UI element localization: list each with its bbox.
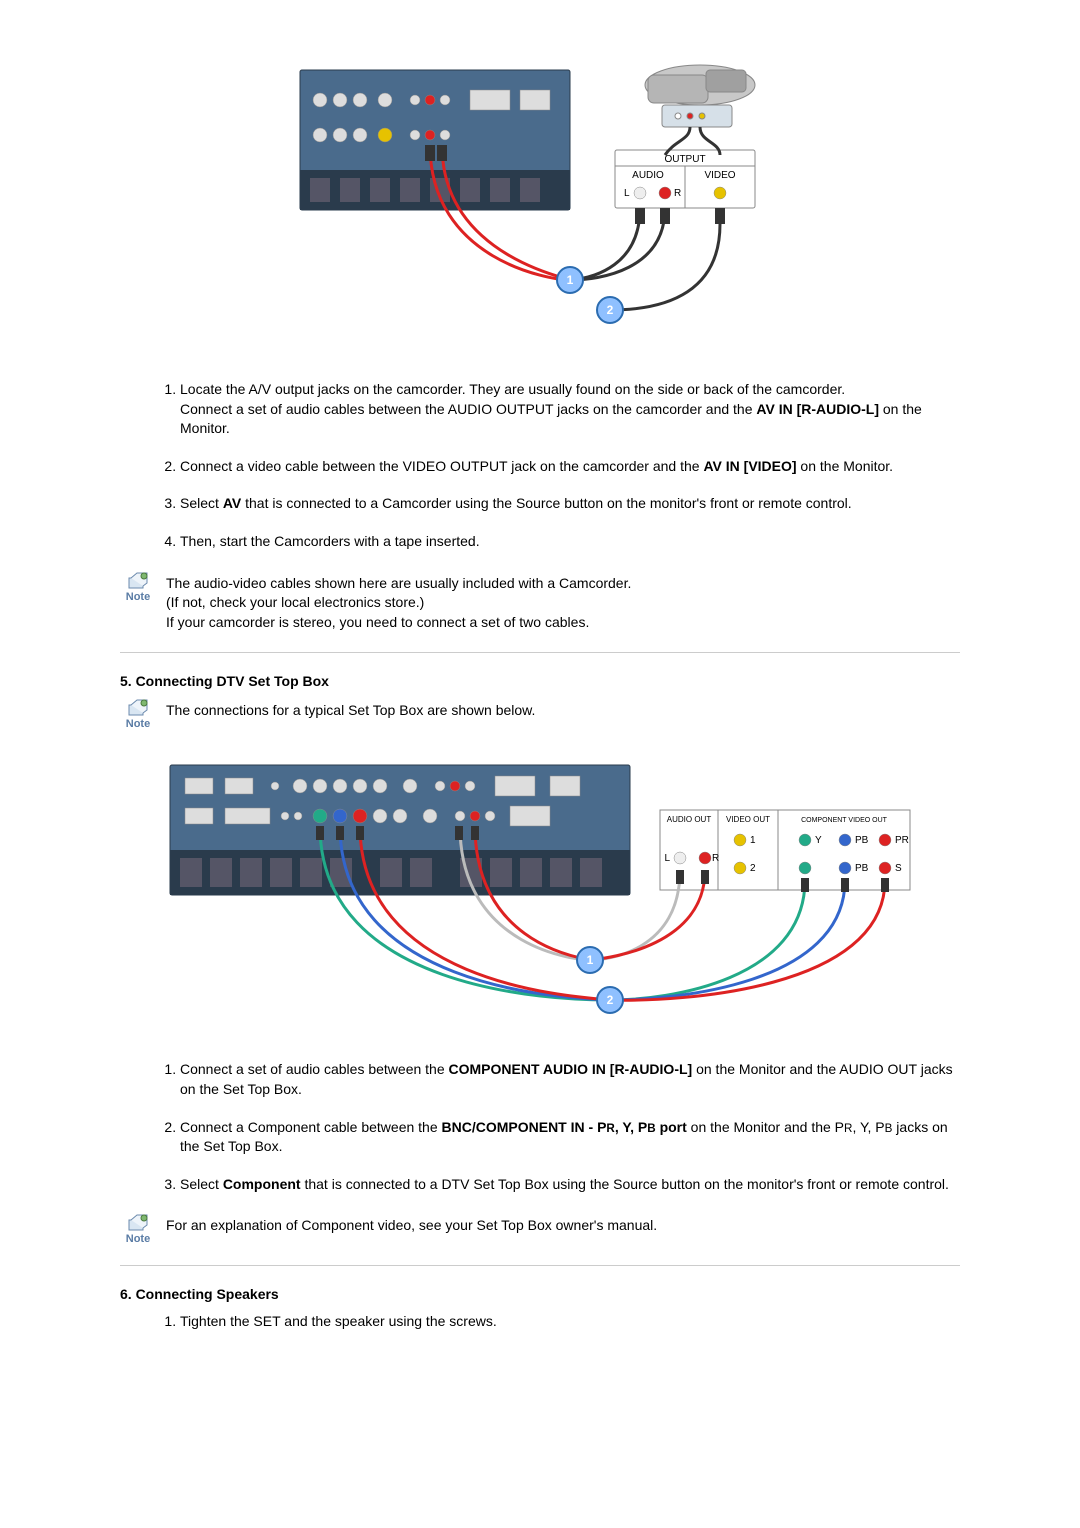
speakers-steps-list: Tighten the SET and the speaker using th…	[120, 1312, 960, 1332]
audio-out-label: AUDIO OUT	[667, 815, 712, 824]
note-label-text: Note	[126, 1233, 150, 1245]
section-divider	[120, 652, 960, 653]
note-line: For an explanation of Component video, s…	[166, 1217, 657, 1233]
note-text: The audio-video cables shown here are us…	[166, 572, 960, 633]
dtv-steps-list: Connect a set of audio cables between th…	[120, 1060, 960, 1194]
svg-text:L: L	[664, 853, 670, 864]
step-text: Locate the A/V output jacks on the camco…	[180, 381, 845, 397]
note-text: For an explanation of Component video, s…	[166, 1214, 960, 1236]
svg-text:R: R	[712, 853, 719, 864]
note-line: The audio-video cables shown here are us…	[166, 575, 631, 591]
note-icon: Note	[120, 572, 156, 603]
step-item: Locate the A/V output jacks on the camco…	[180, 380, 960, 439]
svg-text:S: S	[895, 863, 902, 874]
step-bold: Component	[223, 1176, 301, 1192]
step-text: Connect a video cable between the VIDEO …	[180, 458, 703, 474]
step-text: Connect a Component cable between the	[180, 1119, 442, 1135]
step-bold: BNC/COMPONENT IN - PR, Y, PB port	[442, 1119, 687, 1135]
step-text: Select	[180, 495, 223, 511]
note-block: Note For an explanation of Component vid…	[120, 1214, 960, 1245]
step-item: Then, start the Camcorders with a tape i…	[180, 532, 960, 552]
video-out-label: VIDEO OUT	[726, 815, 770, 824]
camcorder-steps-list: Locate the A/V output jacks on the camco…	[120, 380, 960, 552]
audio-label: AUDIO	[632, 170, 664, 181]
step-bold: AV	[223, 495, 241, 511]
section-heading-6: 6. Connecting Speakers	[120, 1286, 960, 1302]
output-label: OUTPUT	[664, 154, 705, 165]
note-line: (If not, check your local electronics st…	[166, 594, 424, 610]
step-bold: COMPONENT AUDIO IN [R-AUDIO-L]	[449, 1061, 693, 1077]
step-text: Select	[180, 1176, 223, 1192]
diagram-callout-2: 2	[607, 303, 614, 317]
step-item: Tighten the SET and the speaker using th…	[180, 1312, 960, 1332]
step-bold: AV IN [VIDEO]	[703, 458, 796, 474]
step-text: Then, start the Camcorders with a tape i…	[180, 533, 480, 549]
svg-text:PB: PB	[855, 863, 869, 874]
note-block: Note The audio-video cables shown here a…	[120, 572, 960, 633]
step-text: Connect a set of audio cables between th…	[180, 1061, 449, 1077]
dtv-connection-diagram: AUDIO OUT VIDEO OUT COMPONENT VIDEO OUT …	[150, 750, 930, 1030]
note-text: The connections for a typical Set Top Bo…	[166, 699, 960, 721]
step-item: Connect a video cable between the VIDEO …	[180, 457, 960, 477]
note-block: Note The connections for a typical Set T…	[120, 699, 960, 730]
note-label-text: Note	[126, 718, 150, 730]
note-icon: Note	[120, 699, 156, 730]
video-label: VIDEO	[704, 170, 735, 181]
step-bold: AV IN [R-AUDIO-L]	[756, 401, 879, 417]
step-item: Connect a Component cable between the BN…	[180, 1118, 960, 1157]
step-text: on the Monitor.	[797, 458, 894, 474]
r-label: R	[674, 188, 681, 199]
svg-text:PB: PB	[855, 835, 869, 846]
step-item: Select Component that is connected to a …	[180, 1175, 960, 1195]
svg-text:2: 2	[750, 863, 756, 874]
svg-text:Y: Y	[815, 835, 822, 846]
component-out-label: COMPONENT VIDEO OUT	[801, 817, 888, 824]
page: OUTPUT AUDIO VIDEO L R 1 2 Locate the A/…	[0, 0, 1080, 1528]
note-icon: Note	[120, 1214, 156, 1245]
step-item: Select AV that is connected to a Camcord…	[180, 494, 960, 514]
diagram-callout-2: 2	[607, 993, 614, 1007]
svg-text:1: 1	[750, 835, 756, 846]
diagram-callout-1: 1	[587, 953, 594, 967]
step-item: Connect a set of audio cables between th…	[180, 1060, 960, 1099]
note-label-text: Note	[126, 591, 150, 603]
step-text: Tighten the SET and the speaker using th…	[180, 1313, 497, 1329]
section-heading-5: 5. Connecting DTV Set Top Box	[120, 673, 960, 689]
camcorder-connection-diagram: OUTPUT AUDIO VIDEO L R 1 2	[270, 50, 810, 350]
diagram-callout-1: 1	[567, 273, 574, 287]
note-line: The connections for a typical Set Top Bo…	[166, 702, 535, 718]
step-text: Connect a set of audio cables between th…	[180, 401, 756, 417]
step-text: that is connected to a Camcorder using t…	[241, 495, 851, 511]
l-label: L	[624, 188, 630, 199]
note-line: If your camcorder is stereo, you need to…	[166, 614, 589, 630]
svg-text:PR: PR	[895, 835, 909, 846]
step-text: that is connected to a DTV Set Top Box u…	[301, 1176, 949, 1192]
section-divider	[120, 1265, 960, 1266]
